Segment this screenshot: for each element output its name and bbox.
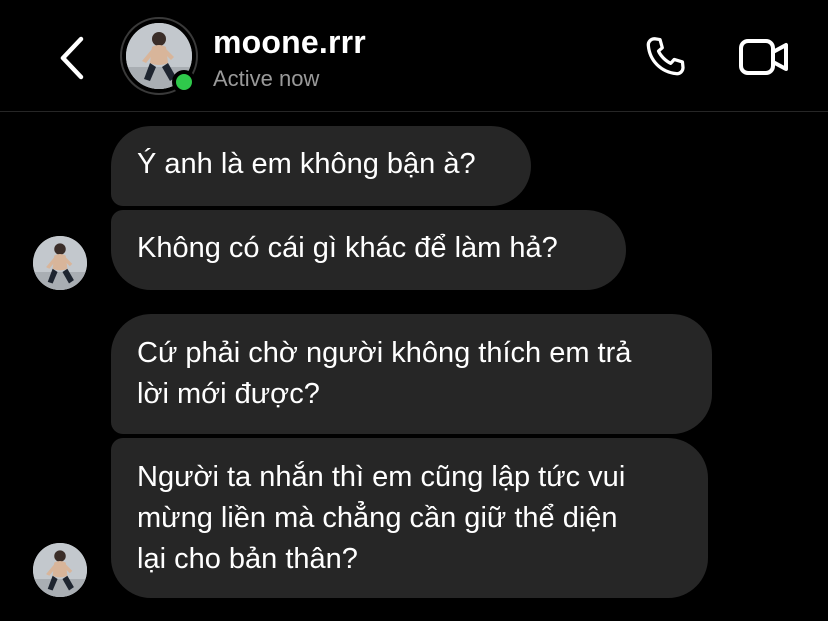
active-status: Active now — [213, 66, 320, 91]
video-camera-icon — [739, 39, 788, 75]
chat-header: moone.rrr Active now — [0, 0, 828, 112]
sender-avatar[interactable] — [33, 236, 87, 290]
message-bubble[interactable]: Cứ phải chờ người không thích em trả lời… — [111, 314, 712, 434]
back-button[interactable] — [52, 30, 92, 86]
online-status-dot — [172, 70, 196, 94]
message-bubble[interactable]: Không có cái gì khác để làm hả? — [111, 210, 626, 290]
chat-username[interactable]: moone.rrr — [213, 24, 366, 61]
message-bubble[interactable]: Ý anh là em không bận à? — [111, 126, 531, 206]
chevron-left-icon — [60, 36, 84, 80]
sender-avatar[interactable] — [33, 543, 87, 597]
phone-icon — [646, 37, 685, 76]
message-bubble[interactable]: Người ta nhắn thì em cũng lập tức vui mừ… — [111, 438, 708, 598]
video-call-button[interactable] — [734, 32, 794, 82]
voice-call-button[interactable] — [638, 32, 692, 82]
